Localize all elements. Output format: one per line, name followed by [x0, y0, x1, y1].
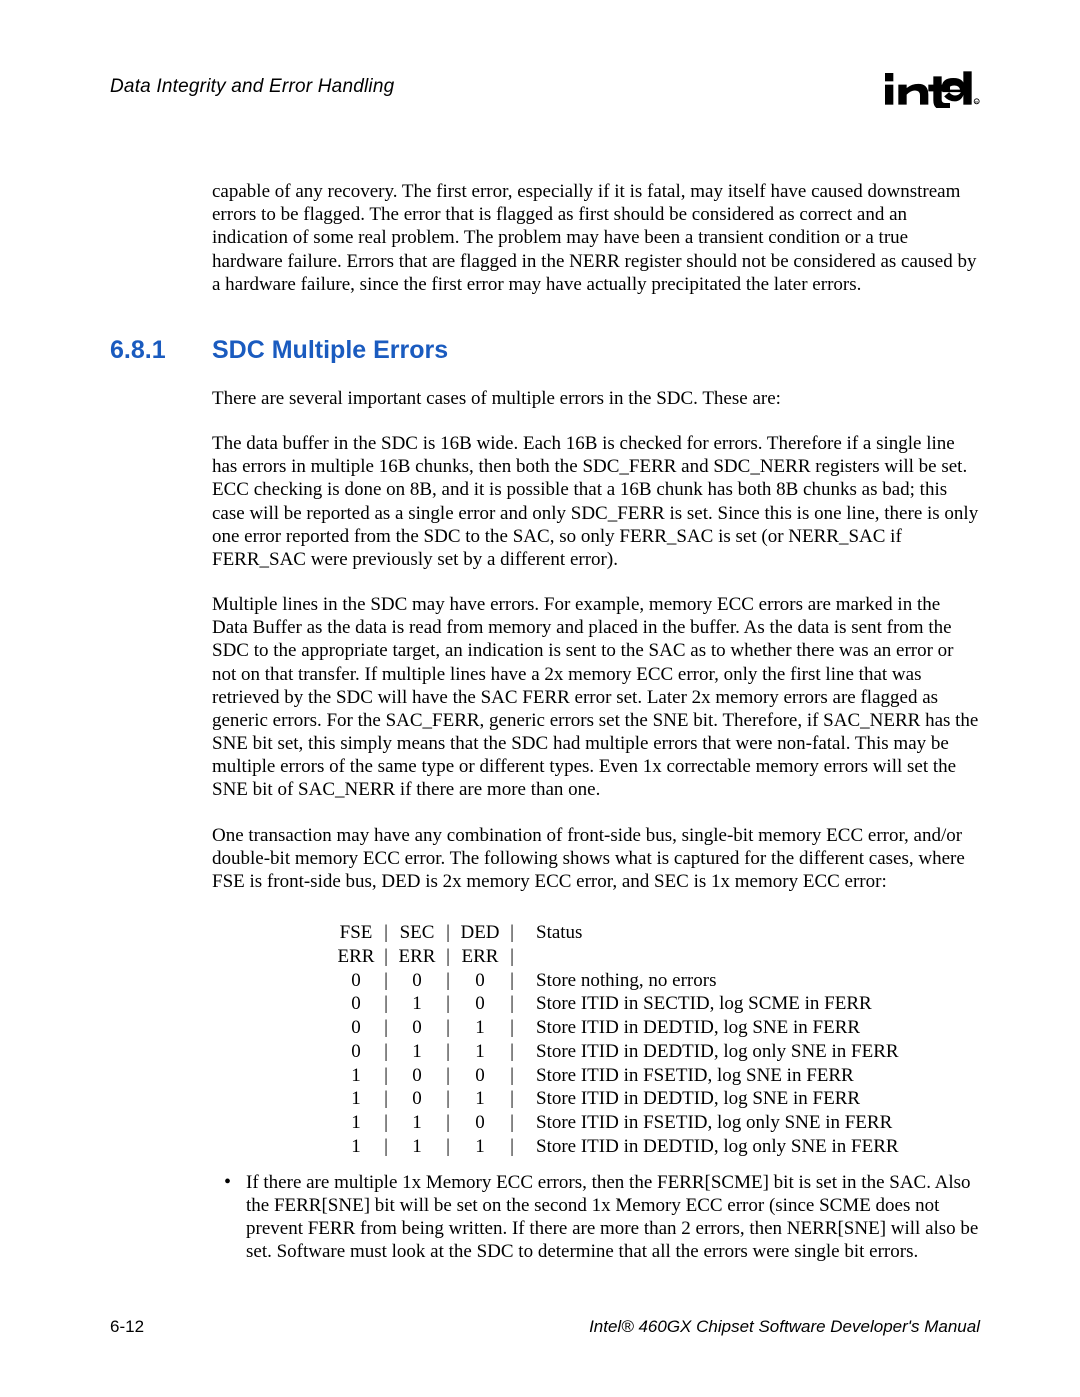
- table-row: 0|1|1|Store ITID in DEDTID, log only SNE…: [332, 1040, 980, 1064]
- col-sec-header: SEC: [392, 921, 442, 945]
- col-sec-header2: ERR: [392, 945, 442, 969]
- paragraph-3: Multiple lines in the SDC may have error…: [212, 593, 980, 802]
- table-row: 0|0|0|Store nothing, no errors: [332, 969, 980, 993]
- svg-text:R: R: [975, 100, 978, 105]
- col-ded-header2: ERR: [454, 945, 506, 969]
- paragraph-2: The data buffer in the SDC is 16B wide. …: [212, 432, 980, 571]
- table-header-row-1: FSE|SEC|DED|Status: [332, 921, 980, 945]
- page-footer: 6-12 Intel® 460GX Chipset Software Devel…: [110, 1317, 980, 1337]
- paragraph-4: One transaction may have any combination…: [212, 824, 980, 894]
- col-ded-header: DED: [454, 921, 506, 945]
- bullet-text: If there are multiple 1x Memory ECC erro…: [246, 1171, 980, 1264]
- table-row: 0|1|0|Store ITID in SECTID, log SCME in …: [332, 992, 980, 1016]
- section-heading: 6.8.1 SDC Multiple Errors: [110, 336, 980, 365]
- col-status-header: Status: [518, 921, 582, 945]
- table-row: 1|1|0|Store ITID in FSETID, log only SNE…: [332, 1111, 980, 1135]
- error-table: FSE|SEC|DED|Status ERR|ERR|ERR| 0|0|0|St…: [332, 921, 980, 1159]
- bullet-icon: •: [224, 1171, 246, 1264]
- header-title: Data Integrity and Error Handling: [110, 76, 394, 98]
- section-title: SDC Multiple Errors: [212, 336, 448, 365]
- page-header: Data Integrity and Error Handling R: [110, 76, 980, 116]
- intel-logo-icon: R: [880, 68, 980, 108]
- page: Data Integrity and Error Handling R capa…: [0, 0, 1080, 1397]
- col-fse-header2: ERR: [332, 945, 380, 969]
- footer-page-number: 6-12: [110, 1317, 144, 1337]
- col-fse-header: FSE: [332, 921, 380, 945]
- table-row: 1|0|0|Store ITID in FSETID, log SNE in F…: [332, 1064, 980, 1088]
- bullet-item: • If there are multiple 1x Memory ECC er…: [224, 1171, 980, 1264]
- footer-manual-title: Intel® 460GX Chipset Software Developer'…: [589, 1317, 980, 1337]
- table-row: 0|0|1|Store ITID in DEDTID, log SNE in F…: [332, 1016, 980, 1040]
- intro-paragraph: capable of any recovery. The first error…: [212, 180, 980, 296]
- table-header-row-2: ERR|ERR|ERR|: [332, 945, 980, 969]
- intel-logo: R: [880, 68, 980, 108]
- paragraph-1: There are several important cases of mul…: [212, 387, 980, 410]
- table-row: 1|1|1|Store ITID in DEDTID, log only SNE…: [332, 1135, 980, 1159]
- table-row: 1|0|1|Store ITID in DEDTID, log SNE in F…: [332, 1087, 980, 1111]
- section-number: 6.8.1: [110, 336, 212, 365]
